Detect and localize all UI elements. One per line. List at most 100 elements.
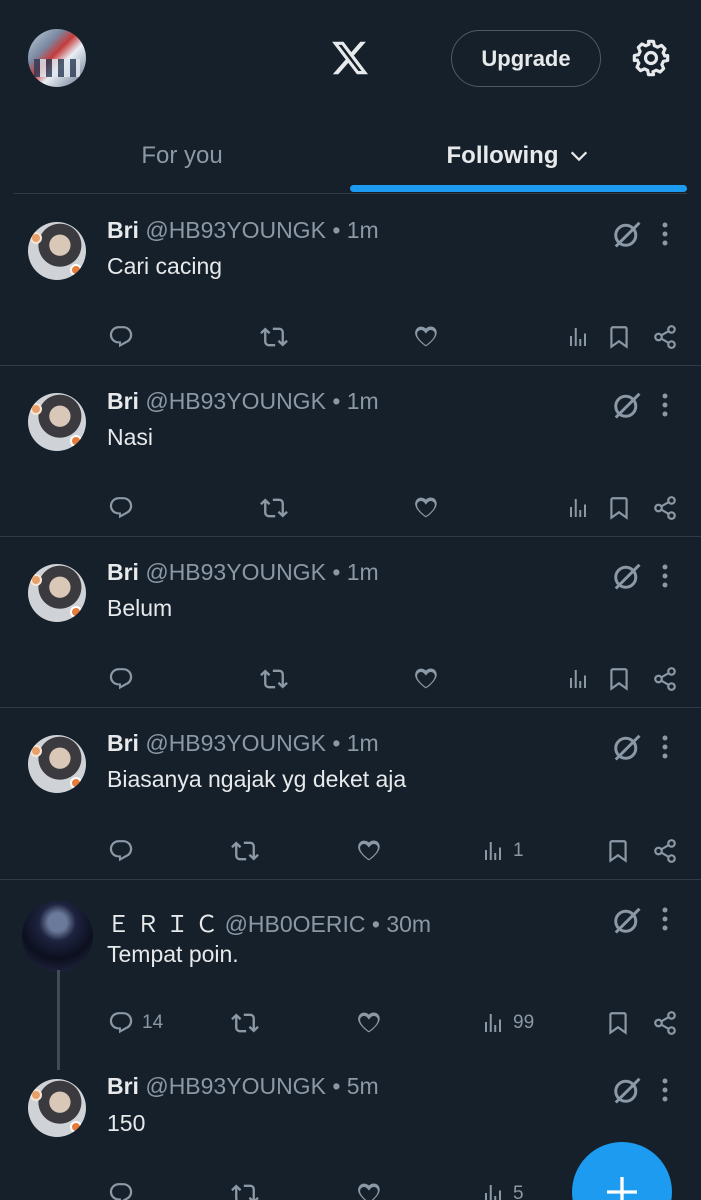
x-logo-icon[interactable] — [330, 38, 370, 78]
reply-button[interactable] — [108, 834, 134, 868]
repost-button[interactable] — [231, 1006, 259, 1040]
share-button[interactable] — [652, 662, 678, 696]
avatar[interactable] — [28, 1079, 86, 1137]
like-button[interactable] — [356, 834, 382, 868]
tweet[interactable]: Ｅ Ｒ Ｉ Ｃ @HB0OERIC • 30m Tempat poin. 14 … — [0, 880, 701, 1065]
heart-icon — [413, 324, 439, 350]
tab-following[interactable]: Following — [350, 118, 687, 194]
heart-icon — [356, 1181, 382, 1200]
reply-button[interactable] — [108, 662, 134, 696]
more-options-icon[interactable] — [654, 1075, 676, 1105]
author-name[interactable]: Ｅ Ｒ Ｉ Ｃ — [107, 911, 218, 937]
tweet-text: Nasi — [107, 424, 154, 450]
bookmark-button[interactable] — [606, 320, 632, 354]
grok-icon[interactable] — [612, 732, 642, 762]
repost-button[interactable] — [260, 320, 288, 354]
bookmark-button[interactable] — [606, 662, 632, 696]
bookmark-button[interactable] — [606, 491, 632, 525]
more-options-icon[interactable] — [654, 561, 676, 591]
upgrade-button[interactable]: Upgrade — [451, 30, 601, 87]
bookmark-button[interactable] — [605, 1006, 631, 1040]
views-button[interactable] — [566, 662, 590, 696]
grok-icon[interactable] — [612, 219, 642, 249]
like-button[interactable] — [413, 491, 439, 525]
grok-icon[interactable] — [612, 1075, 642, 1105]
like-button[interactable] — [413, 662, 439, 696]
more-options-icon[interactable] — [654, 390, 676, 420]
views-icon — [481, 839, 505, 863]
reply-count: 14 — [142, 1012, 164, 1033]
avatar[interactable] — [28, 735, 86, 793]
author-name[interactable]: Bri — [107, 1073, 139, 1099]
author-name[interactable]: Bri — [107, 559, 139, 585]
reply-icon — [108, 666, 134, 692]
tweet-text: 150 — [107, 1110, 146, 1136]
tweet-header: Bri @HB93YOUNGK • 1m — [107, 217, 379, 244]
views-button[interactable]: 1 — [481, 834, 524, 868]
more-options-icon[interactable] — [654, 732, 676, 762]
tweet-text: Biasanya ngajak yg deket aja — [107, 766, 407, 792]
tweet-time: • 1m — [332, 388, 379, 414]
author-handle[interactable]: @HB93YOUNGK — [145, 1073, 326, 1099]
views-button[interactable]: 5 — [481, 1177, 524, 1200]
reply-icon — [108, 838, 134, 864]
reply-icon — [108, 1181, 134, 1200]
views-count: 5 — [513, 1183, 524, 1200]
author-handle[interactable]: @HB93YOUNGK — [145, 388, 326, 414]
repost-button[interactable] — [260, 491, 288, 525]
reply-button[interactable] — [108, 1177, 134, 1200]
author-name[interactable]: Bri — [107, 217, 139, 243]
views-button[interactable] — [566, 491, 590, 525]
avatar[interactable] — [28, 564, 86, 622]
like-button[interactable] — [413, 320, 439, 354]
views-button[interactable] — [566, 320, 590, 354]
share-icon — [652, 495, 678, 521]
views-button[interactable]: 99 — [481, 1006, 534, 1040]
tweet-header: Bri @HB93YOUNGK • 1m — [107, 559, 379, 586]
tweet[interactable]: Bri @HB93YOUNGK • 1m Belum — [0, 537, 701, 708]
author-handle[interactable]: @HB93YOUNGK — [145, 730, 326, 756]
more-options-icon[interactable] — [654, 904, 676, 934]
gear-icon[interactable] — [631, 38, 671, 78]
avatar[interactable] — [22, 901, 93, 972]
author-name[interactable]: Bri — [107, 730, 139, 756]
like-button[interactable] — [356, 1177, 382, 1200]
repost-button[interactable] — [260, 662, 288, 696]
tab-label: Following — [446, 142, 559, 169]
author-name[interactable]: Bri — [107, 388, 139, 414]
tweet[interactable]: Bri @HB93YOUNGK • 1m Cari cacing — [0, 195, 701, 366]
tweet-text: Tempat poin. — [107, 941, 239, 967]
avatar[interactable] — [28, 222, 86, 280]
share-button[interactable] — [652, 834, 678, 868]
share-button[interactable] — [652, 320, 678, 354]
share-button[interactable] — [652, 491, 678, 525]
author-handle[interactable]: @HB93YOUNGK — [145, 559, 326, 585]
more-options-icon[interactable] — [654, 219, 676, 249]
repost-button[interactable] — [231, 834, 259, 868]
tweet[interactable]: Bri @HB93YOUNGK • 1m Biasanya ngajak yg … — [0, 708, 701, 880]
repost-button[interactable] — [231, 1177, 259, 1200]
tweet-time: • 1m — [332, 559, 379, 585]
repost-icon — [231, 1180, 259, 1200]
grok-icon[interactable] — [612, 390, 642, 420]
views-count: 1 — [513, 840, 524, 861]
reply-button[interactable]: 14 — [108, 1006, 163, 1040]
bookmark-icon — [605, 838, 631, 864]
bookmark-button[interactable] — [605, 834, 631, 868]
author-handle[interactable]: @HB93YOUNGK — [145, 217, 326, 243]
share-icon — [652, 324, 678, 350]
views-icon — [566, 496, 590, 520]
like-button[interactable] — [356, 1006, 382, 1040]
share-button[interactable] — [652, 1006, 678, 1040]
grok-icon[interactable] — [612, 561, 642, 591]
bookmark-icon — [606, 324, 632, 350]
grok-icon[interactable] — [612, 905, 642, 935]
tweet[interactable]: Bri @HB93YOUNGK • 1m Nasi — [0, 366, 701, 537]
tab-for-you[interactable]: For you — [14, 118, 350, 194]
profile-avatar[interactable] — [28, 29, 86, 87]
reply-button[interactable] — [108, 320, 134, 354]
avatar[interactable] — [28, 393, 86, 451]
author-handle[interactable]: @HB0OERIC — [225, 911, 366, 937]
repost-icon — [231, 837, 259, 865]
reply-button[interactable] — [108, 491, 134, 525]
